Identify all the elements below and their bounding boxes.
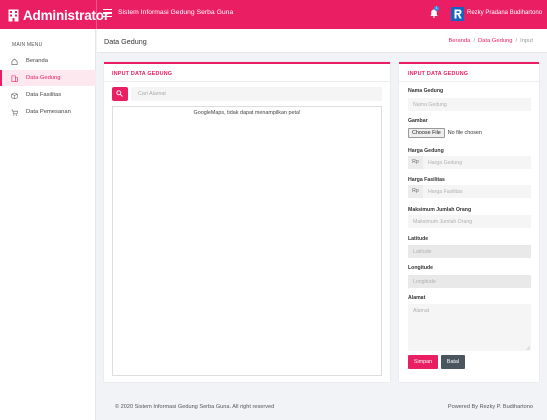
brand[interactable]: Administrator: [8, 6, 109, 24]
search-icon: [116, 90, 123, 97]
resize-grip-icon[interactable]: [526, 346, 530, 350]
alamat-textarea[interactable]: [408, 304, 531, 351]
address-search-input[interactable]: [131, 87, 382, 101]
footer-powered-by: Powered By Rezky P. Budihartono: [447, 404, 533, 410]
cart-icon: [11, 109, 18, 116]
latitude-label: Latitude: [408, 236, 429, 242]
navbar-divider: [96, 0, 97, 29]
app-title: Sistem Informasi Gedung Serba Guna: [118, 9, 234, 16]
page-title: Data Gedung: [104, 37, 147, 46]
building-icon: [11, 75, 18, 82]
footer-copyright: © 2020 Sistem Informasi Gedung Serba Gun…: [115, 404, 275, 410]
breadcrumb-separator: /: [473, 38, 475, 44]
home-icon: [11, 57, 18, 65]
sidebar-item-data-gedung[interactable]: Data Gedung: [0, 70, 96, 86]
sidebar-item-label: Data Fasilitas: [26, 92, 62, 98]
harga-fasilitas-input[interactable]: [423, 185, 531, 198]
breadcrumb-separator: /: [515, 38, 518, 44]
sidebar-item-data-fasilitas[interactable]: Data Fasilitas: [0, 87, 96, 103]
sidebar-item-label: Data Pemesanan: [26, 109, 71, 115]
sidebar-header: MAIN MENU: [12, 42, 43, 48]
form-card: INPUT DATA GEDUNG Nama Gedung Gambar Cho…: [399, 62, 539, 382]
longitude-label: Longitude: [408, 265, 434, 271]
harga-gedung-label: Harga Gedung: [408, 148, 444, 154]
sidebar-item-label: Beranda: [26, 58, 48, 64]
breadcrumb: Beranda / Data Gedung / Input: [448, 38, 533, 44]
search-button[interactable]: [112, 87, 128, 101]
building-logo-icon: [8, 9, 19, 22]
save-button[interactable]: Simpan: [408, 355, 438, 369]
username[interactable]: Rezky Pradana Budihartono: [467, 10, 542, 16]
map-card: INPUT DATA GEDUNG GoogleMaps, tidak dapa…: [104, 62, 390, 382]
menu-toggle-icon[interactable]: [103, 9, 112, 17]
harga-fasilitas-group: Rp: [408, 185, 531, 198]
latitude-input: [408, 245, 531, 258]
box-icon: [11, 92, 18, 99]
harga-gedung-input[interactable]: [423, 156, 531, 169]
user-logo-icon: [451, 7, 464, 21]
harga-fasilitas-label: Harga Fasilitas: [408, 177, 445, 183]
top-navbar: Administrator Sistem Informasi Gedung Se…: [0, 0, 547, 29]
cancel-button[interactable]: Batal: [441, 355, 465, 369]
notification-badge: 1: [434, 6, 439, 11]
gambar-label: Gambar: [408, 118, 428, 124]
breadcrumb-current: Input: [520, 38, 533, 44]
currency-prefix: Rp: [408, 156, 423, 169]
sidebar-item-data-pemesanan[interactable]: Data Pemesanan: [0, 104, 96, 120]
breadcrumb-data-gedung[interactable]: Data Gedung: [478, 38, 512, 44]
gambar-file-input[interactable]: Choose File No file chosen: [408, 128, 482, 138]
footer: © 2020 Sistem Informasi Gedung Serba Gun…: [97, 398, 547, 420]
alamat-label: Alamat: [408, 295, 426, 301]
map-container[interactable]: GoogleMaps, tidak dapat menampilkan peta…: [112, 106, 382, 376]
choose-file-button[interactable]: Choose File: [408, 128, 445, 138]
sidebar: MAIN MENU Beranda Data Gedung Data Fasil…: [0, 29, 96, 420]
sidebar-item-beranda[interactable]: Beranda: [0, 53, 96, 69]
breadcrumb-beranda[interactable]: Beranda: [448, 38, 470, 44]
card-divider: [399, 81, 539, 82]
currency-prefix: Rp: [408, 185, 423, 198]
sidebar-item-label: Data Gedung: [26, 75, 61, 81]
form-card-title: INPUT DATA GEDUNG: [408, 71, 469, 77]
harga-gedung-group: Rp: [408, 156, 531, 169]
page-header: Data Gedung Beranda / Data Gedung / Inpu…: [97, 29, 547, 53]
avatar[interactable]: [451, 7, 464, 21]
maks-orang-input[interactable]: [408, 215, 531, 228]
nama-gedung-label: Nama Gedung: [408, 88, 444, 94]
longitude-input: [408, 275, 531, 288]
map-error-message: GoogleMaps, tidak dapat menampilkan peta…: [193, 110, 301, 116]
nama-gedung-input[interactable]: [408, 98, 531, 111]
card-divider: [104, 81, 390, 82]
file-status: No file chosen: [447, 130, 482, 136]
map-card-title: INPUT DATA GEDUNG: [112, 71, 173, 77]
maks-orang-label: Maksimum Jumlah Orang: [408, 207, 472, 213]
